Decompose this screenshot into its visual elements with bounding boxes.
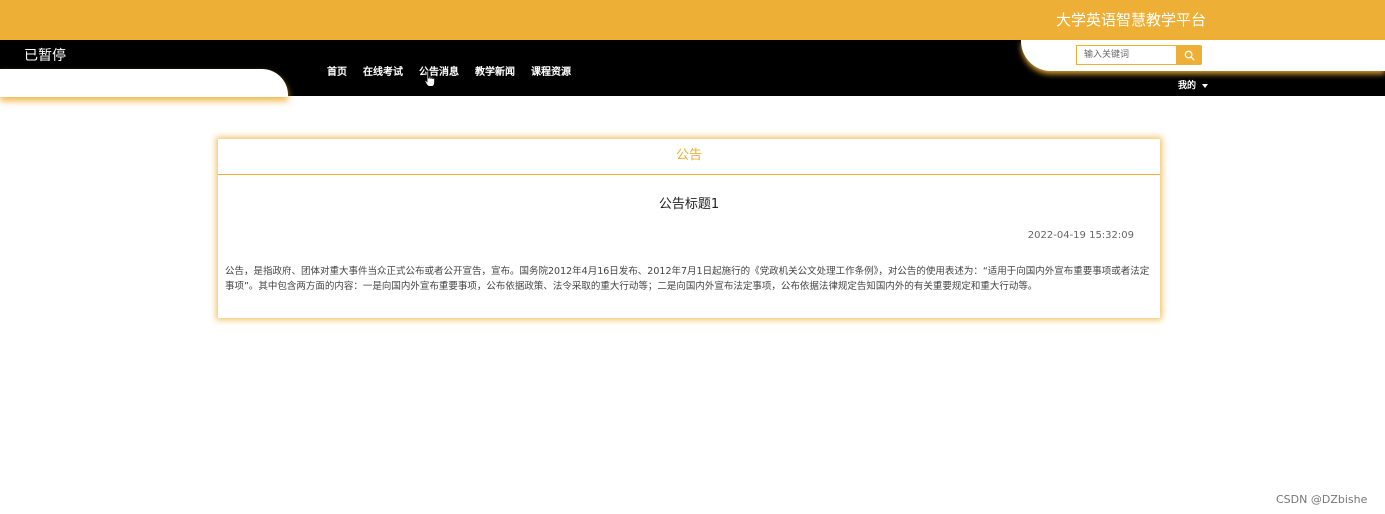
notice-card: 公告 公告标题1 2022-04-19 15:32:09 公告，是指政府、团体对… bbox=[218, 139, 1160, 318]
left-decorative-panel bbox=[0, 69, 288, 97]
search-button[interactable] bbox=[1176, 45, 1202, 65]
notice-title: 公告标题1 bbox=[658, 197, 720, 212]
status-text: 已暂停 bbox=[24, 48, 66, 64]
nav-item-course-resources[interactable]: 课程资源 bbox=[531, 63, 571, 78]
search-icon bbox=[1184, 50, 1195, 61]
search-input[interactable] bbox=[1076, 45, 1176, 65]
nav-item-online-exam[interactable]: 在线考试 bbox=[363, 63, 403, 78]
nav-item-home[interactable]: 首页 bbox=[327, 63, 347, 78]
hand-cursor-icon bbox=[424, 70, 436, 87]
notice-content: 公告，是指政府、团体对重大事件当众正式公布或者公开宣告，宣布。国务院2012年4… bbox=[225, 266, 1150, 292]
notice-section-header: 公告 bbox=[218, 139, 1160, 175]
user-menu[interactable]: 我的 bbox=[1178, 78, 1209, 91]
watermark: CSDN @DZbishe bbox=[1276, 493, 1368, 506]
notice-timestamp: 2022-04-19 15:32:09 bbox=[1027, 230, 1134, 241]
user-menu-label: 我的 bbox=[1178, 81, 1197, 91]
top-banner: 大学英语智慧教学平台 bbox=[0, 0, 1385, 40]
nav-item-teaching-news[interactable]: 教学新闻 bbox=[475, 63, 515, 78]
main-nav: 首页 在线考试 公告消息 教学新闻 课程资源 bbox=[327, 63, 587, 78]
caret-down-icon bbox=[1202, 83, 1209, 88]
site-title: 大学英语智慧教学平台 bbox=[1056, 11, 1207, 29]
